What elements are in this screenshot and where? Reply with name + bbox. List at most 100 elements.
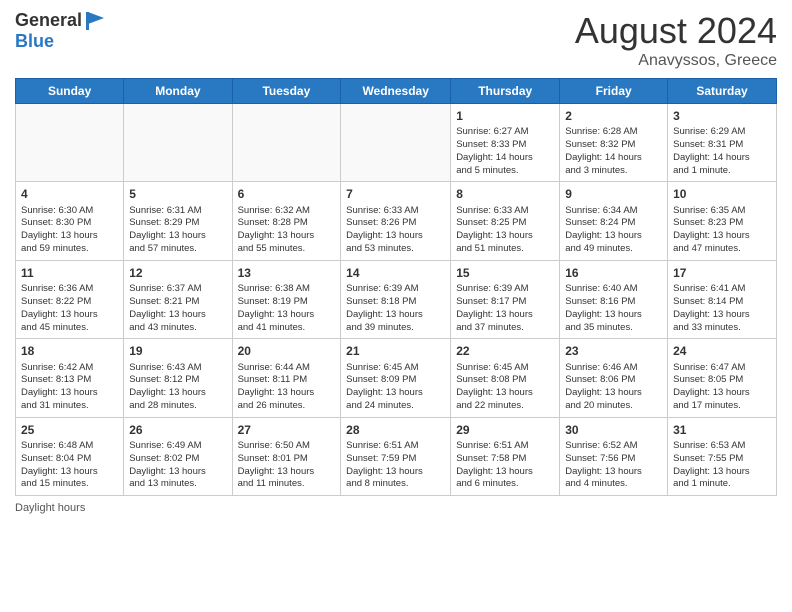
calendar-cell: 12Sunrise: 6:37 AM Sunset: 8:21 PM Dayli… [124, 260, 232, 338]
day-info: Sunrise: 6:51 AM Sunset: 7:59 PM Dayligh… [346, 440, 445, 491]
footer: Daylight hours [15, 502, 777, 514]
calendar-cell [124, 104, 232, 182]
calendar-header-row: SundayMondayTuesdayWednesdayThursdayFrid… [16, 79, 777, 104]
day-number: 13 [238, 265, 336, 281]
calendar-cell [16, 104, 124, 182]
day-number: 5 [129, 186, 226, 202]
day-info: Sunrise: 6:53 AM Sunset: 7:55 PM Dayligh… [673, 440, 771, 491]
column-header-wednesday: Wednesday [341, 79, 451, 104]
day-number: 16 [565, 265, 662, 281]
day-number: 11 [21, 265, 118, 281]
column-header-tuesday: Tuesday [232, 79, 341, 104]
calendar-cell [341, 104, 451, 182]
column-header-thursday: Thursday [451, 79, 560, 104]
calendar-cell: 1 Sunrise: 6:27 AM Sunset: 8:33 PM Daylig… [451, 104, 560, 182]
day-number: 8 [456, 186, 554, 202]
day-info: Sunrise: 6:47 AM Sunset: 8:05 PM Dayligh… [673, 362, 771, 413]
column-header-monday: Monday [124, 79, 232, 104]
calendar-week-row: 18Sunrise: 6:42 AM Sunset: 8:13 PM Dayli… [16, 339, 777, 417]
calendar-week-row: 1 Sunrise: 6:27 AM Sunset: 8:33 PM Daylig… [16, 104, 777, 182]
daylight-hours-label: Daylight hours [15, 502, 85, 514]
calendar-cell: 10 Sunrise: 6:35 AM Sunset: 8:23 PM Dayli… [668, 182, 777, 260]
day-number: 24 [673, 343, 771, 359]
day-info: Sunrise: 6:37 AM Sunset: 8:21 PM Dayligh… [129, 283, 226, 334]
day-info: Sunrise: 6:40 AM Sunset: 8:16 PM Dayligh… [565, 283, 662, 334]
day-info: Sunrise: 6:33 AM Sunset: 8:25 PM Dayligh… [456, 205, 554, 256]
day-number: 2 [565, 108, 662, 124]
day-number: 27 [238, 422, 336, 438]
day-number: 1 [456, 108, 554, 124]
month-year-title: August 2024 [575, 10, 777, 52]
calendar-cell: 23Sunrise: 6:46 AM Sunset: 8:06 PM Dayli… [560, 339, 668, 417]
day-info: Sunrise: 6:51 AM Sunset: 7:58 PM Dayligh… [456, 440, 554, 491]
day-info: Sunrise: 6:32 AM Sunset: 8:28 PM Dayligh… [238, 205, 336, 256]
column-header-saturday: Saturday [668, 79, 777, 104]
day-number: 6 [238, 186, 336, 202]
day-number: 10 [673, 186, 771, 202]
day-info: Sunrise: 6:39 AM Sunset: 8:18 PM Dayligh… [346, 283, 445, 334]
day-info: Sunrise: 6:34 AM Sunset: 8:24 PM Dayligh… [565, 205, 662, 256]
title-section: August 2024 Anavyssos, Greece [575, 10, 777, 70]
calendar-cell: 2 Sunrise: 6:28 AM Sunset: 8:32 PM Daylig… [560, 104, 668, 182]
day-number: 20 [238, 343, 336, 359]
calendar-cell: 30 Sunrise: 6:52 AM Sunset: 7:56 PM Dayli… [560, 417, 668, 495]
day-info: Sunrise: 6:41 AM Sunset: 8:14 PM Dayligh… [673, 283, 771, 334]
day-number: 25 [21, 422, 118, 438]
calendar-week-row: 25 Sunrise: 6:48 AM Sunset: 8:04 PM Dayli… [16, 417, 777, 495]
calendar-cell: 26Sunrise: 6:49 AM Sunset: 8:02 PM Dayli… [124, 417, 232, 495]
calendar-week-row: 4 Sunrise: 6:30 AM Sunset: 8:30 PM Daylig… [16, 182, 777, 260]
calendar-cell: 3 Sunrise: 6:29 AM Sunset: 8:31 PM Daylig… [668, 104, 777, 182]
day-number: 30 [565, 422, 662, 438]
day-info: Sunrise: 6:48 AM Sunset: 8:04 PM Dayligh… [21, 440, 118, 491]
day-info: Sunrise: 6:39 AM Sunset: 8:17 PM Dayligh… [456, 283, 554, 334]
calendar-cell: 9 Sunrise: 6:34 AM Sunset: 8:24 PM Daylig… [560, 182, 668, 260]
day-info: Sunrise: 6:35 AM Sunset: 8:23 PM Dayligh… [673, 205, 771, 256]
page: General Blue August 2024 Anavyssos, Gree… [0, 0, 792, 612]
calendar-cell: 31Sunrise: 6:53 AM Sunset: 7:55 PM Dayli… [668, 417, 777, 495]
day-info: Sunrise: 6:43 AM Sunset: 8:12 PM Dayligh… [129, 362, 226, 413]
calendar-cell: 27Sunrise: 6:50 AM Sunset: 8:01 PM Dayli… [232, 417, 341, 495]
column-header-sunday: Sunday [16, 79, 124, 104]
calendar-week-row: 11 Sunrise: 6:36 AM Sunset: 8:22 PM Dayli… [16, 260, 777, 338]
day-info: Sunrise: 6:29 AM Sunset: 8:31 PM Dayligh… [673, 126, 771, 177]
calendar-cell: 5 Sunrise: 6:31 AM Sunset: 8:29 PM Daylig… [124, 182, 232, 260]
calendar-cell: 21Sunrise: 6:45 AM Sunset: 8:09 PM Dayli… [341, 339, 451, 417]
day-number: 26 [129, 422, 226, 438]
calendar-cell: 22 Sunrise: 6:45 AM Sunset: 8:08 PM Dayli… [451, 339, 560, 417]
day-info: Sunrise: 6:28 AM Sunset: 8:32 PM Dayligh… [565, 126, 662, 177]
day-info: Sunrise: 6:38 AM Sunset: 8:19 PM Dayligh… [238, 283, 336, 334]
logo-flag-icon [84, 10, 106, 32]
day-number: 3 [673, 108, 771, 124]
calendar-cell: 13 Sunrise: 6:38 AM Sunset: 8:19 PM Dayli… [232, 260, 341, 338]
day-number: 4 [21, 186, 118, 202]
calendar-cell: 15Sunrise: 6:39 AM Sunset: 8:17 PM Dayli… [451, 260, 560, 338]
day-info: Sunrise: 6:27 AM Sunset: 8:33 PM Dayligh… [456, 126, 554, 177]
day-number: 7 [346, 186, 445, 202]
logo: General Blue [15, 10, 106, 52]
day-number: 21 [346, 343, 445, 359]
calendar-cell: 7Sunrise: 6:33 AM Sunset: 8:26 PM Daylig… [341, 182, 451, 260]
logo-general-text: General [15, 11, 82, 31]
calendar-cell: 20 Sunrise: 6:44 AM Sunset: 8:11 PM Dayli… [232, 339, 341, 417]
calendar-cell: 14Sunrise: 6:39 AM Sunset: 8:18 PM Dayli… [341, 260, 451, 338]
calendar-cell: 4 Sunrise: 6:30 AM Sunset: 8:30 PM Daylig… [16, 182, 124, 260]
calendar-cell [232, 104, 341, 182]
day-info: Sunrise: 6:31 AM Sunset: 8:29 PM Dayligh… [129, 205, 226, 256]
calendar-cell: 19Sunrise: 6:43 AM Sunset: 8:12 PM Dayli… [124, 339, 232, 417]
calendar-cell: 25 Sunrise: 6:48 AM Sunset: 8:04 PM Dayli… [16, 417, 124, 495]
day-info: Sunrise: 6:52 AM Sunset: 7:56 PM Dayligh… [565, 440, 662, 491]
day-info: Sunrise: 6:44 AM Sunset: 8:11 PM Dayligh… [238, 362, 336, 413]
calendar-cell: 29 Sunrise: 6:51 AM Sunset: 7:58 PM Dayli… [451, 417, 560, 495]
logo-blue-text: Blue [15, 31, 54, 51]
day-number: 18 [21, 343, 118, 359]
calendar-cell: 6 Sunrise: 6:32 AM Sunset: 8:28 PM Daylig… [232, 182, 341, 260]
header: General Blue August 2024 Anavyssos, Gree… [15, 10, 777, 70]
day-info: Sunrise: 6:30 AM Sunset: 8:30 PM Dayligh… [21, 205, 118, 256]
day-number: 22 [456, 343, 554, 359]
day-info: Sunrise: 6:45 AM Sunset: 8:08 PM Dayligh… [456, 362, 554, 413]
calendar-cell: 18Sunrise: 6:42 AM Sunset: 8:13 PM Dayli… [16, 339, 124, 417]
day-number: 29 [456, 422, 554, 438]
day-number: 9 [565, 186, 662, 202]
day-info: Sunrise: 6:36 AM Sunset: 8:22 PM Dayligh… [21, 283, 118, 334]
column-header-friday: Friday [560, 79, 668, 104]
